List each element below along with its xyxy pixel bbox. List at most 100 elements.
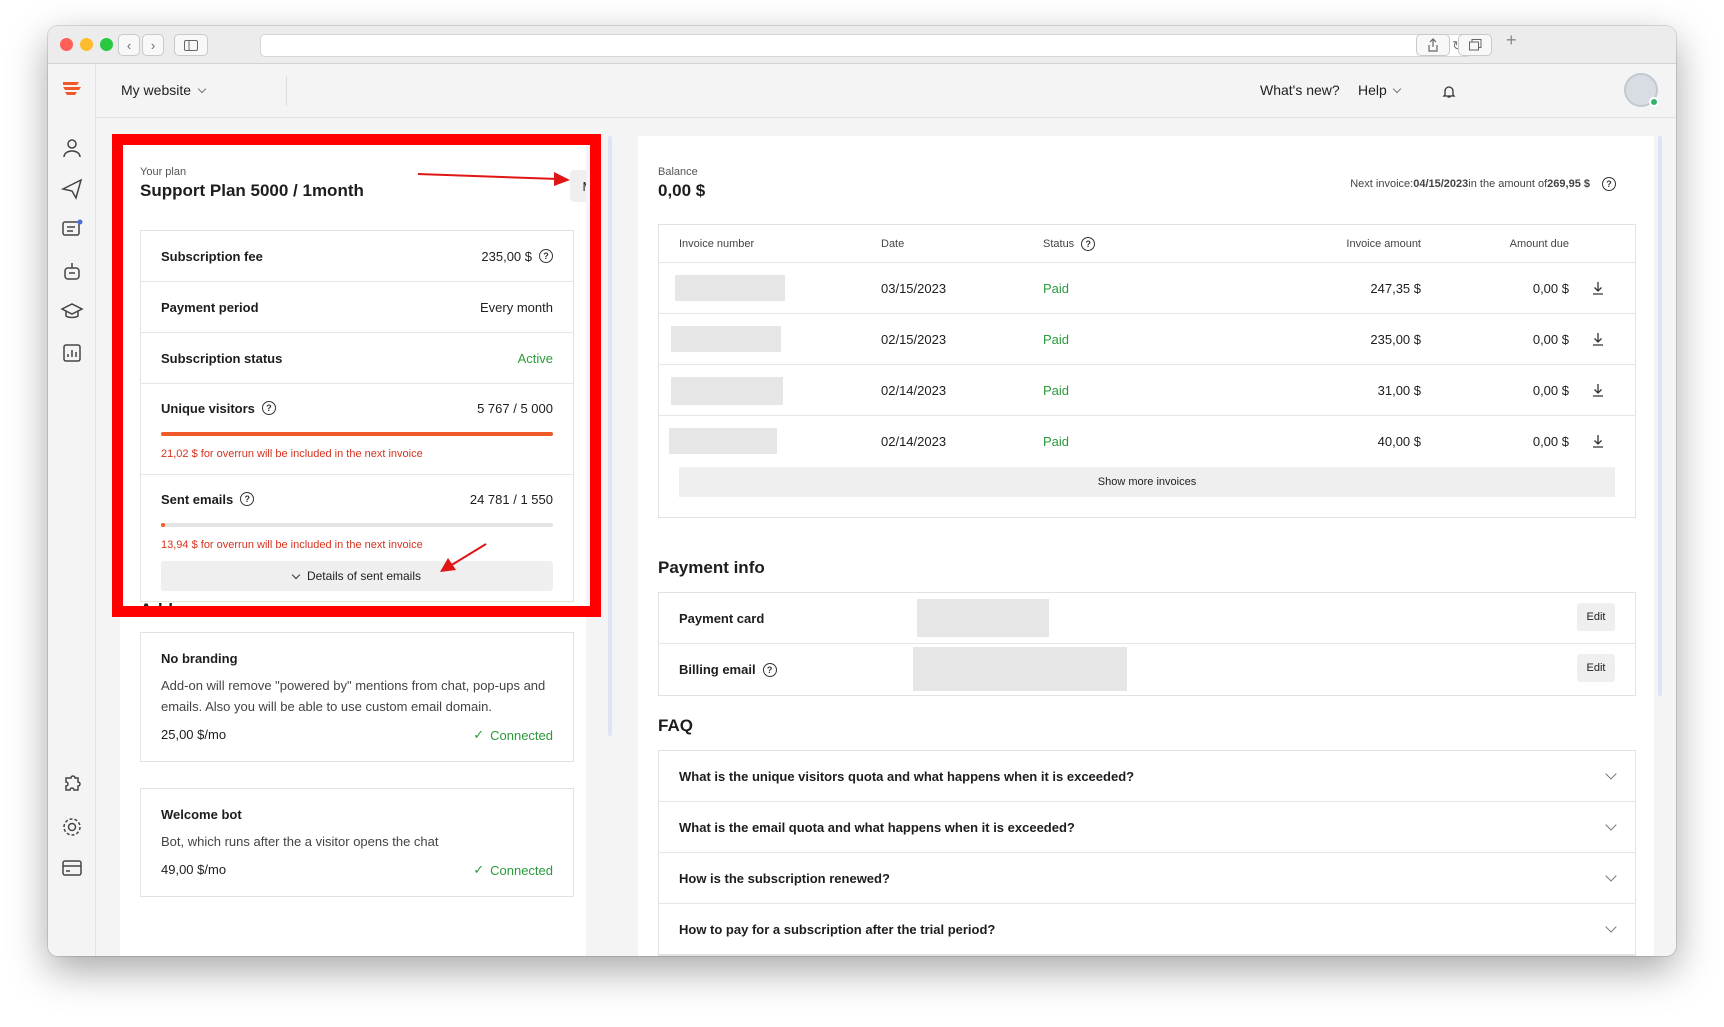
integrations-puzzle-icon[interactable] — [60, 774, 84, 798]
help-question-icon[interactable]: ? — [1081, 236, 1096, 251]
payment-period-label: Payment period — [161, 299, 259, 315]
subscription-status-value: Active — [517, 350, 553, 366]
zoom-window-button[interactable] — [100, 38, 113, 51]
invoice-number-redacted — [675, 275, 785, 301]
app-sidebar — [48, 64, 96, 956]
show-more-invoices-button[interactable]: Show more invoices — [679, 467, 1615, 497]
invoice-amount-due: 0,00 $ — [1532, 382, 1569, 398]
bot-icon[interactable] — [60, 259, 84, 283]
faq-question: How is the subscription renewed? — [679, 870, 890, 886]
contacts-icon[interactable] — [60, 136, 84, 160]
edit-billing-email-button[interactable]: Edit — [1577, 654, 1615, 682]
help-question-icon[interactable]: ? — [1602, 177, 1616, 191]
address-bar[interactable]: ↻ — [260, 34, 1472, 57]
help-question-icon[interactable]: ? — [261, 401, 276, 415]
download-icon[interactable] — [1591, 382, 1605, 398]
tabs-overview-button[interactable] — [1458, 34, 1492, 56]
close-window-button[interactable] — [60, 38, 73, 51]
user-avatar[interactable] — [1624, 73, 1659, 107]
sidebar-icon — [184, 39, 198, 51]
sidebar-toggle-button[interactable] — [174, 34, 208, 56]
subscription-fee-value: 235,00 $ — [481, 248, 532, 264]
addon-price: 49,00 $/mo — [161, 862, 227, 877]
share-icon — [1428, 38, 1438, 52]
notifications-bell-icon[interactable] — [1442, 84, 1456, 99]
faq-item[interactable]: How is the subscription renewed? — [659, 853, 1635, 904]
invoice-date: 02/14/2023 — [881, 382, 947, 398]
website-selector[interactable]: My website — [121, 82, 207, 98]
minimize-window-button[interactable] — [80, 38, 93, 51]
manage-plan-button[interactable]: Manage — [570, 170, 586, 202]
payment-card-label: Payment card — [679, 610, 765, 626]
reports-icon[interactable] — [60, 341, 84, 365]
share-button[interactable] — [1416, 34, 1450, 56]
billing-panel: Balance 0,00 $ Next invoice: 04/15/2023 … — [638, 136, 1654, 956]
billing-email-redacted — [913, 647, 1127, 691]
unique-visitors-quota: Unique visitors? 5 767 / 5 000 21,02 $ f… — [141, 384, 573, 475]
settings-gear-icon[interactable] — [60, 815, 84, 839]
addon-card: No branding Add-on will remove "powered … — [140, 632, 574, 762]
invoice-number-redacted — [671, 377, 783, 405]
addon-status: Connected — [490, 862, 553, 878]
plan-details-card: Subscription fee 235,00 $? Payment perio… — [140, 230, 574, 602]
chevron-down-icon — [1605, 767, 1617, 780]
logo-icon[interactable] — [60, 77, 84, 101]
online-status-dot — [1649, 97, 1659, 107]
whats-new-link[interactable]: What's new? — [1260, 82, 1340, 98]
chevron-down-icon — [1605, 818, 1617, 831]
edit-payment-card-button[interactable]: Edit — [1577, 603, 1615, 631]
invoice-number-redacted — [671, 326, 781, 352]
col-invoice-number: Invoice number — [679, 237, 755, 250]
academy-icon[interactable] — [60, 300, 84, 324]
payment-period-value: Every month — [480, 299, 553, 315]
forward-button[interactable]: › — [142, 34, 164, 56]
sent-emails-value: 24 781 / 1 550 — [469, 491, 553, 507]
help-question-icon[interactable]: ? — [240, 492, 255, 506]
invoice-status: Paid — [1043, 280, 1070, 296]
billing-card-icon[interactable] — [60, 856, 84, 880]
divider — [286, 76, 287, 106]
payment-info-title: Payment info — [658, 558, 765, 577]
invoice-amount-due: 0,00 $ — [1532, 434, 1569, 449]
invoice-date: 02/15/2023 — [881, 331, 947, 347]
help-menu[interactable]: Help — [1358, 82, 1402, 98]
chevron-right-icon: › — [150, 37, 156, 53]
faq-list: What is the unique visitors quota and wh… — [658, 750, 1636, 956]
new-tab-plus-icon[interactable]: + — [1506, 30, 1517, 51]
next-invoice-info: Next invoice: 04/15/2023 in the amount o… — [1350, 177, 1616, 191]
next-invoice-prefix: Next invoice: — [1350, 178, 1414, 190]
chevron-down-icon — [291, 570, 301, 579]
chevron-down-icon — [1392, 84, 1402, 93]
campaigns-paper-plane-icon[interactable] — [60, 177, 84, 201]
help-question-icon[interactable]: ? — [539, 249, 553, 263]
download-icon[interactable] — [1591, 331, 1605, 347]
back-button[interactable]: ‹ — [118, 34, 140, 56]
payment-period-row: Payment period Every month — [141, 282, 573, 333]
chats-icon[interactable] — [60, 218, 84, 242]
faq-item[interactable]: How to pay for a subscription after the … — [659, 904, 1635, 955]
addon-description: Bot, which runs after the a visitor open… — [161, 834, 439, 849]
faq-item[interactable]: What is the email quota and what happens… — [659, 802, 1635, 853]
download-icon[interactable] — [1591, 433, 1605, 449]
col-status: Status — [1043, 237, 1075, 250]
payment-info-card: Payment card Edit Billing email? Edit — [658, 592, 1636, 696]
invoice-amount: 235,00 $ — [1370, 331, 1421, 347]
visitors-overrun-note: 21,02 $ for overrun will be included in … — [161, 448, 423, 460]
help-question-icon[interactable]: ? — [762, 662, 777, 677]
subscription-fee-row: Subscription fee 235,00 $? — [141, 231, 573, 282]
chevron-down-icon — [1605, 920, 1617, 933]
faq-item[interactable]: What is the unique visitors quota and wh… — [659, 751, 1635, 802]
right-panel-scrollbar[interactable] — [1658, 136, 1662, 696]
invoice-status: Paid — [1043, 331, 1070, 347]
balance-amount: 0,00 $ — [658, 181, 706, 200]
tabs-icon — [1468, 39, 1481, 51]
invoice-status: Paid — [1043, 434, 1070, 449]
faq-question: How to pay for a subscription after the … — [679, 921, 996, 937]
balance-label: Balance — [658, 166, 698, 178]
download-icon[interactable] — [1591, 280, 1605, 296]
details-sent-emails-button[interactable]: Details of sent emails — [161, 561, 553, 591]
next-invoice-mid: in the amount of — [1468, 178, 1548, 190]
left-panel-scrollbar[interactable] — [608, 136, 612, 736]
table-row: 02/15/2023 Paid 235,00 $ 0,00 $ — [659, 314, 1635, 365]
sent-emails-progress-fill — [161, 523, 165, 527]
